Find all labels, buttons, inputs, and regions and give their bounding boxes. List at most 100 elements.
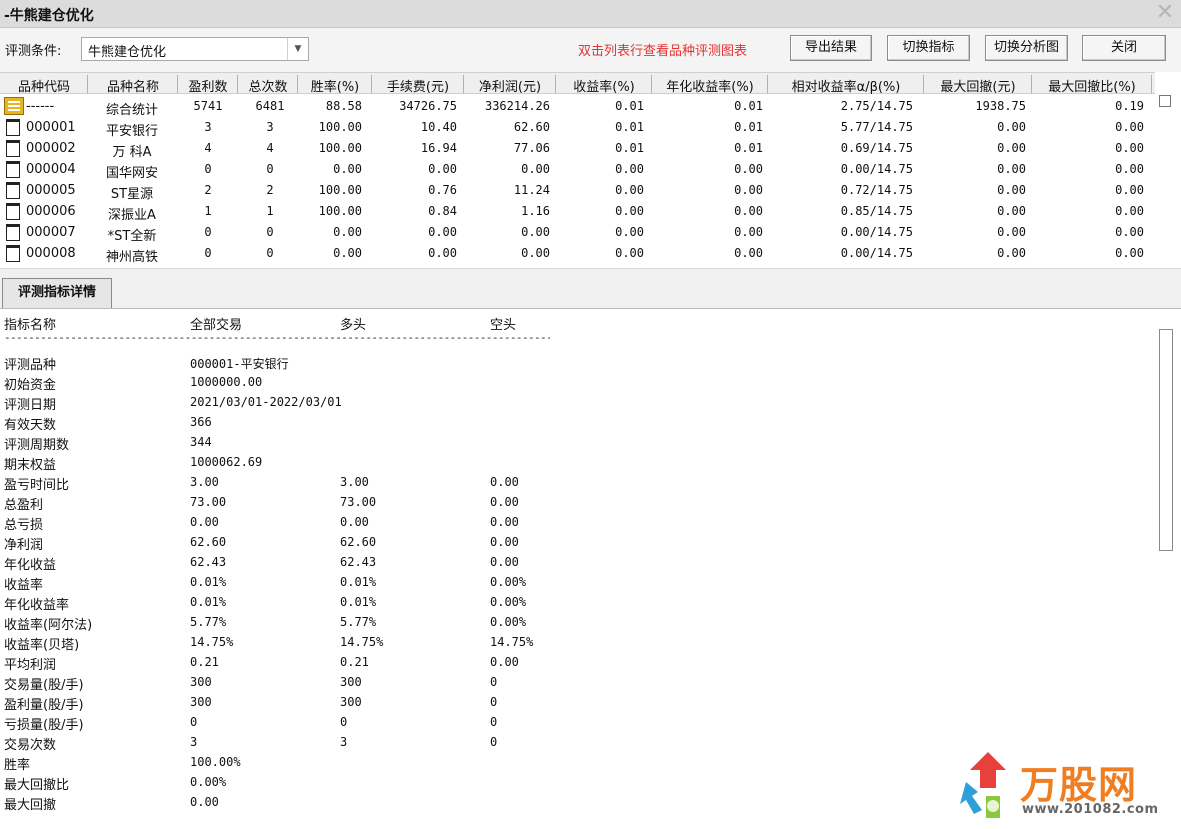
tab-detail-indicators[interactable]: 评测指标详情 bbox=[2, 278, 112, 308]
detail-row: 初始资金 1000000.00 bbox=[0, 372, 700, 393]
column-header[interactable]: 手续费(元) bbox=[372, 76, 464, 95]
cell-ret: 0.00 bbox=[615, 225, 644, 239]
chevron-down-icon[interactable]: ▼ bbox=[287, 38, 308, 60]
detail-short: 0.00 bbox=[490, 515, 519, 529]
column-header[interactable]: 收益率(%) bbox=[556, 76, 652, 95]
document-icon bbox=[6, 119, 20, 136]
detail-name: 收益率(贝塔) bbox=[4, 638, 80, 653]
cell-win: 2 bbox=[204, 183, 212, 197]
table-row-summary[interactable]: ------ 综合统计 5741 6481 88.58 34726.75 336214.26… bbox=[0, 96, 1155, 118]
detail-long: 14.75% bbox=[340, 635, 384, 649]
detail-all: 0 bbox=[190, 715, 198, 729]
cell-win: 0 bbox=[204, 246, 212, 260]
select-all-checkbox[interactable] bbox=[1159, 95, 1171, 107]
cell-total: 0 bbox=[266, 246, 274, 260]
cell-ddr: 0.00 bbox=[1115, 204, 1144, 218]
column-header[interactable]: 品种代码 bbox=[0, 76, 88, 95]
detail-all: 000001-平安银行 bbox=[190, 357, 289, 371]
switch-chart-button[interactable]: 切换分析图 bbox=[985, 35, 1068, 61]
table-row[interactable]: 000005 ST星源 2 2 100.00 0.76 11.24 0.00 0.00 0.72/… bbox=[0, 180, 1155, 202]
close-button[interactable]: 关闭 bbox=[1082, 35, 1166, 61]
detail-short: 0.00% bbox=[490, 575, 527, 589]
column-header[interactable]: 总次数 bbox=[238, 76, 298, 95]
detail-short: 0 bbox=[490, 715, 498, 729]
table-row[interactable]: 000007 *ST全新 0 0 0.00 0.00 0.00 0.00 0.00 0.00/14… bbox=[0, 222, 1155, 244]
export-results-button[interactable]: 导出结果 bbox=[790, 35, 872, 61]
cell-fee: 0.00 bbox=[428, 225, 457, 239]
detail-name: 净利润 bbox=[4, 538, 44, 553]
detail-name: 平均利润 bbox=[4, 658, 57, 673]
detail-row: 平均利润 0.21 0.21 0.00 bbox=[0, 652, 700, 673]
cell-profit: 1.16 bbox=[521, 204, 550, 218]
column-header[interactable]: 最大回撤比(%) bbox=[1032, 76, 1152, 95]
column-header[interactable]: 年化收益率(%) bbox=[652, 76, 768, 95]
cell-ddr: 0.00 bbox=[1115, 183, 1144, 197]
column-divider[interactable] bbox=[1151, 75, 1152, 93]
toolbar: 评测条件: 牛熊建仓优化 ▼ 双击列表行查看品种评测图表 导出结果 切换指标 切… bbox=[0, 28, 1181, 72]
cell-total: 1 bbox=[266, 204, 274, 218]
detail-row: 最大回撤 0.00 bbox=[0, 792, 700, 813]
condition-select[interactable]: 牛熊建仓优化 ▼ bbox=[81, 37, 309, 61]
detail-long: 0.00 bbox=[340, 515, 369, 529]
cell-annual: 0.00 bbox=[734, 162, 763, 176]
cell-dd: 0.00 bbox=[997, 162, 1026, 176]
cell-name: 深振业A bbox=[108, 208, 156, 223]
detail-long: 3.00 bbox=[340, 475, 369, 489]
detail-all: 14.75% bbox=[190, 635, 234, 649]
cell-ret: 0.00 bbox=[615, 204, 644, 218]
table-row[interactable]: 000008 神州高铁 0 0 0.00 0.00 0.00 0.00 0.00 0.00/14.… bbox=[0, 243, 1155, 265]
watermark-url: www.201082.com bbox=[1022, 802, 1159, 817]
cell-annual: 0.00 bbox=[734, 246, 763, 260]
detail-long: 73.00 bbox=[340, 495, 377, 509]
cell-dd: 0.00 bbox=[997, 246, 1026, 260]
detail-name: 有效天数 bbox=[4, 418, 57, 433]
column-header[interactable]: 品种名称 bbox=[88, 76, 178, 95]
detail-row: 年化收益率 0.01% 0.01% 0.00% bbox=[0, 592, 700, 613]
cell-fee: 0.00 bbox=[428, 246, 457, 260]
detail-row: 盈利量(股/手) 300 300 0 bbox=[0, 692, 700, 713]
detail-name: 评测日期 bbox=[4, 398, 57, 413]
cell-name: *ST全新 bbox=[107, 229, 157, 244]
cell-dd: 0.00 bbox=[997, 141, 1026, 155]
cell-rate: 100.00 bbox=[318, 204, 362, 218]
cell-dd: 0.00 bbox=[997, 183, 1026, 197]
detail-row: 净利润 62.60 62.60 0.00 bbox=[0, 532, 700, 553]
detail-row: 评测周期数 344 bbox=[0, 432, 700, 453]
close-window-icon[interactable]: ✕ bbox=[1153, 0, 1177, 26]
cell-ret: 0.00 bbox=[615, 183, 644, 197]
detail-all: 5.77% bbox=[190, 615, 227, 629]
detail-name: 交易次数 bbox=[4, 738, 57, 753]
table-row[interactable]: 000001 平安银行 3 3 100.00 10.40 62.60 0.01 0.01 5.77… bbox=[0, 117, 1155, 139]
detail-long: 300 bbox=[340, 695, 362, 709]
column-header[interactable]: 相对收益率α/β(%) bbox=[768, 76, 924, 95]
detail-all: 1000062.69 bbox=[190, 455, 263, 469]
detail-short: 0 bbox=[490, 695, 498, 709]
column-header[interactable]: 胜率(%) bbox=[298, 76, 372, 95]
table-row[interactable]: 000006 深振业A 1 1 100.00 0.84 1.16 0.00 0.00 0.85/1… bbox=[0, 201, 1155, 223]
detail-name: 盈利量(股/手) bbox=[4, 698, 84, 713]
detail-all: 62.60 bbox=[190, 535, 227, 549]
window-title: -牛熊建仓优化 bbox=[4, 8, 94, 24]
cell-ret: 0.01 bbox=[615, 141, 644, 155]
cell-total: 0 bbox=[266, 162, 274, 176]
detail-row: 收益率 0.01% 0.01% 0.00% bbox=[0, 572, 700, 593]
scrollbar-thumb[interactable] bbox=[1159, 329, 1173, 551]
detail-row: 评测日期 2021/03/01-2022/03/01 bbox=[0, 392, 700, 413]
detail-all: 0.01% bbox=[190, 575, 227, 589]
cell-annual: 0.01 bbox=[734, 99, 763, 113]
table-header: 品种代码 品种名称 盈利数 总次数 胜率(%) 手续费(元) 净利润(元) 收益率(%) 年化收… bbox=[0, 72, 1155, 95]
cell-ddr: 0.00 bbox=[1115, 141, 1144, 155]
cell-total: 3 bbox=[266, 120, 274, 134]
column-header[interactable]: 净利润(元) bbox=[464, 76, 556, 95]
detail-name: 总盈利 bbox=[4, 498, 44, 513]
table-row[interactable]: 000004 国华网安 0 0 0.00 0.00 0.00 0.00 0.00 0.00/14.… bbox=[0, 159, 1155, 181]
column-header[interactable]: 最大回撤(元) bbox=[924, 76, 1032, 95]
cell-fee: 16.94 bbox=[420, 141, 457, 155]
detail-all: 0.21 bbox=[190, 655, 219, 669]
detail-all: 1000000.00 bbox=[190, 375, 263, 389]
table-row[interactable]: 000002 万 科A 4 4 100.00 16.94 77.06 0.01 0.01 0.69… bbox=[0, 138, 1155, 160]
switch-indicator-button[interactable]: 切换指标 bbox=[887, 35, 970, 61]
condition-label: 评测条件: bbox=[5, 44, 62, 59]
column-header[interactable]: 盈利数 bbox=[178, 76, 238, 95]
detail-name: 初始资金 bbox=[4, 378, 57, 393]
